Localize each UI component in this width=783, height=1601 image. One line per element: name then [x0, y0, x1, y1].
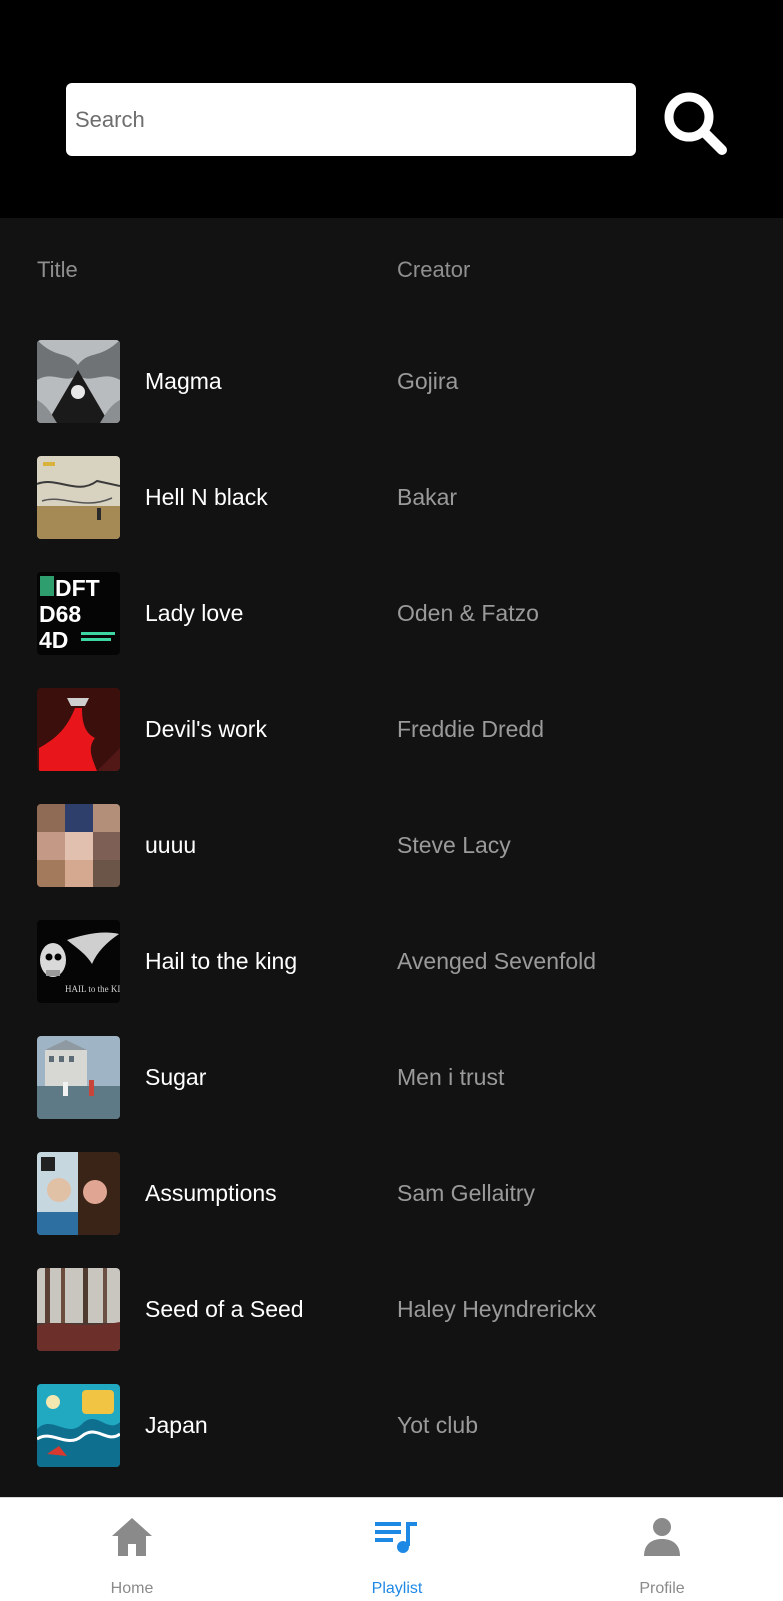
column-header-title: Title	[37, 257, 78, 282]
search-input[interactable]	[66, 83, 636, 156]
track-creator: Oden & Fatzo	[397, 600, 539, 626]
album-art-sugar	[37, 1036, 120, 1119]
album-art-japan	[37, 1384, 120, 1467]
album-art-hail-to-the-king: HAIL to the KING	[37, 920, 120, 1003]
track-creator: Freddie Dredd	[397, 716, 545, 742]
track-title: Lady love	[145, 600, 244, 626]
track-creator: Men i trust	[397, 1064, 505, 1090]
track-title: Assumptions	[145, 1180, 277, 1206]
album-art-text: HAIL to the KING	[65, 984, 120, 994]
track-creator: Bakar	[397, 484, 458, 510]
album-art-hell-n-black	[37, 456, 120, 539]
track-creator: Avenged Sevenfold	[397, 948, 597, 974]
track-title: Hail to the king	[145, 948, 298, 974]
album-art-lady-love: DFT D68 4D	[37, 572, 120, 655]
track-row[interactable]: HAIL to the KING Hail to the king Avenge…	[0, 920, 783, 1004]
track-creator: Gojira	[397, 368, 459, 394]
track-row[interactable]: Seed of a Seed Haley Heyndrerickx	[0, 1268, 783, 1352]
nav-playlist[interactable]: Playlist	[317, 1498, 477, 1601]
album-art-text: 4D	[39, 627, 68, 653]
nav-profile[interactable]: Profile	[582, 1498, 742, 1601]
track-row[interactable]: uuuu Steve Lacy	[0, 804, 783, 888]
track-creator: Steve Lacy	[397, 832, 511, 858]
track-row[interactable]: Magma Gojira	[0, 340, 783, 424]
track-row[interactable]: Sugar Men i trust	[0, 1036, 783, 1120]
album-art-seed-of-a-seed	[37, 1268, 120, 1351]
track-row[interactable]: Hell N black Bakar	[0, 456, 783, 540]
nav-home-label: Home	[110, 1580, 154, 1597]
top-bar	[0, 0, 783, 218]
track-creator: Yot club	[397, 1412, 478, 1438]
album-art-text: DFT	[55, 575, 100, 601]
search-icon	[664, 92, 727, 155]
search-button[interactable]	[660, 88, 732, 160]
track-row[interactable]: Japan Yot club	[0, 1384, 783, 1468]
album-art-uuuu	[37, 804, 120, 887]
track-title: uuuu	[145, 832, 197, 858]
track-creator: Sam Gellaitry	[397, 1180, 536, 1206]
playlist-icon	[375, 1522, 417, 1553]
album-art-text: D68	[39, 601, 81, 627]
nav-playlist-label: Playlist	[371, 1580, 423, 1597]
track-title: Hell N black	[145, 484, 268, 510]
track-row[interactable]: Devil's work Freddie Dredd	[0, 688, 783, 772]
track-creator: Haley Heyndrerickx	[397, 1296, 597, 1322]
bottom-nav: Home Playlist Profile	[0, 1497, 783, 1601]
album-art-devils-work	[37, 688, 120, 771]
track-title: Devil's work	[145, 716, 267, 742]
track-title: Sugar	[145, 1064, 207, 1090]
nav-home[interactable]: Home	[52, 1498, 212, 1601]
track-title: Magma	[145, 368, 222, 394]
track-title: Japan	[145, 1412, 208, 1438]
nav-profile-label: Profile	[639, 1580, 685, 1597]
album-art-assumptions	[37, 1152, 120, 1235]
track-title: Seed of a Seed	[145, 1296, 304, 1322]
album-art-magma	[37, 340, 120, 423]
column-header-creator: Creator	[397, 257, 471, 282]
profile-icon	[644, 1518, 680, 1556]
track-row[interactable]: Assumptions Sam Gellaitry	[0, 1152, 783, 1236]
home-icon	[112, 1518, 152, 1556]
track-row[interactable]: DFT D68 4D Lady love Oden & Fatzo	[0, 572, 783, 656]
